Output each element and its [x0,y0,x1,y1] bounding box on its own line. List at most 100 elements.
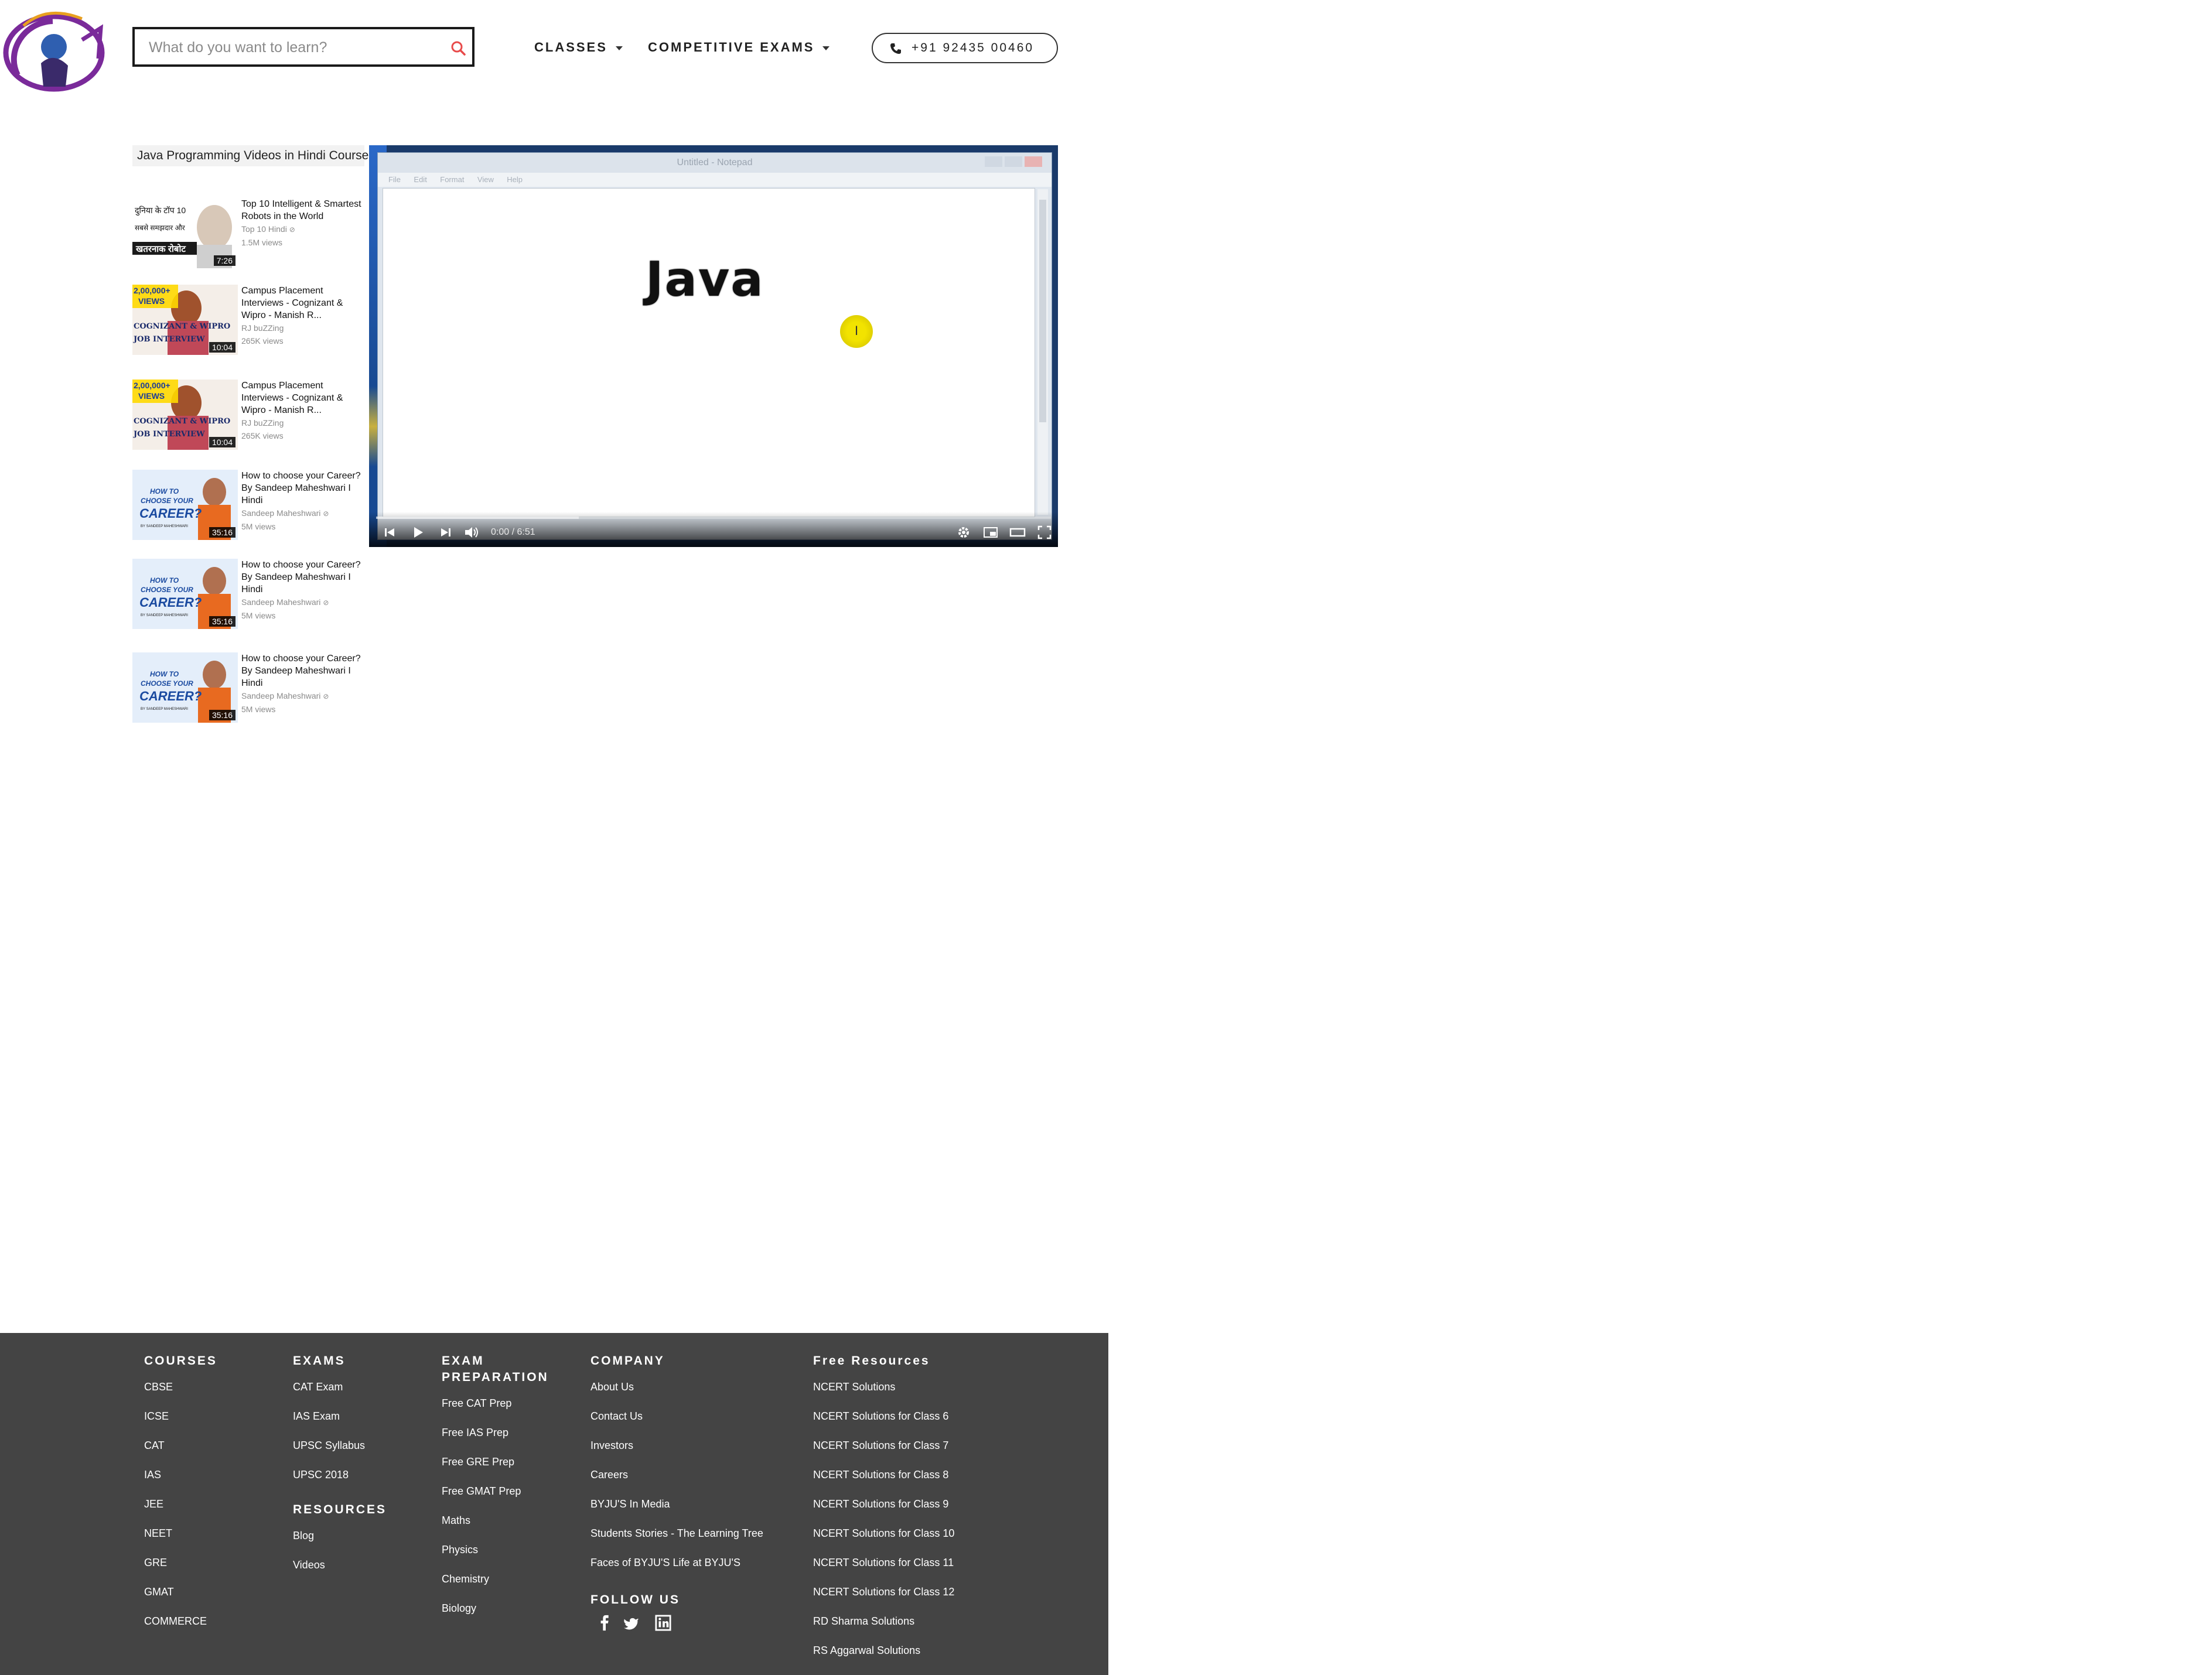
thumb-text: JOB INTERVIEW [134,335,205,344]
footer-link-free-resource[interactable]: NCERT Solutions [813,1381,895,1393]
channel-name[interactable]: Sandeep Maheshwari [241,691,320,700]
footer-link-exam-prep[interactable]: Free GRE Prep [442,1456,514,1468]
thumb-text: सबसे समझदार और [135,224,185,232]
footer-link-company[interactable]: Contact Us [590,1410,643,1423]
footer-link-course[interactable]: COMMERCE [144,1615,207,1628]
footer-link-course[interactable]: CBSE [144,1381,173,1393]
video-duration: 35:16 [209,527,235,538]
thumb-text: BY SANDEEP MAHESHWARI [141,614,188,617]
footer-link-course[interactable]: IAS [144,1469,161,1481]
linkedin-icon[interactable] [655,1614,671,1632]
footer-link-course[interactable]: ICSE [144,1410,169,1423]
footer-link-course[interactable]: CAT [144,1440,165,1452]
playlist-item[interactable]: दुनिया के टॉप 10 सबसे समझदार और खतरनाक र… [132,198,367,274]
next-icon[interactable] [437,524,455,541]
channel-name[interactable]: Sandeep Maheshwari [241,508,320,518]
footer-link-exam-prep[interactable]: Maths [442,1515,470,1527]
miniplayer-icon[interactable] [982,524,999,541]
thumb-text: 2,00,000+ [134,381,170,390]
footer-link-company[interactable]: BYJU'S In Media [590,1498,670,1510]
thumb-text: CHOOSE YOUR [141,497,193,505]
play-icon[interactable] [409,524,426,541]
video-thumbnail[interactable]: HOW TO CHOOSE YOUR CAREER? BY SANDEEP MA… [132,559,238,629]
footer-link-free-resource[interactable]: NCERT Solutions for Class 12 [813,1586,954,1598]
footer-link-course[interactable]: JEE [144,1498,163,1510]
video-title[interactable]: How to choose your Career? By Sandeep Ma… [241,470,368,507]
twitter-icon[interactable] [623,1614,640,1632]
previous-icon[interactable] [381,524,398,541]
settings-gear-icon[interactable] [955,524,972,541]
footer-link-exam-prep[interactable]: Biology [442,1602,476,1615]
menu-edit: Edit [414,175,427,184]
footer-link-free-resource[interactable]: RS Aggarwal Solutions [813,1645,920,1657]
volume-icon[interactable] [463,524,480,541]
phone-button[interactable]: +91 92435 00460 [872,33,1058,63]
progress-bar[interactable] [376,517,1051,519]
video-duration: 7:26 [213,255,235,266]
footer-link-company[interactable]: Students Stories - The Learning Tree [590,1527,763,1540]
search-icon[interactable] [450,40,466,56]
footer-link-free-resource[interactable]: NCERT Solutions for Class 11 [813,1557,954,1569]
channel-name[interactable]: RJ buZZing [241,418,284,428]
thumb-text: VIEWS [138,391,165,401]
nav-competitive-exams[interactable]: COMPETITIVE EXAMS [648,40,830,55]
thumb-text: CHOOSE YOUR [141,586,193,594]
search-bar[interactable] [132,27,475,67]
footer-link-course[interactable]: GRE [144,1557,167,1569]
video-title[interactable]: Campus Placement Interviews - Cognizant … [241,380,368,416]
view-count: 1.5M views [241,238,283,247]
footer-link-course[interactable]: GMAT [144,1586,174,1598]
footer-link-resource[interactable]: Blog [293,1530,314,1542]
footer-link-company[interactable]: About Us [590,1381,634,1393]
facebook-icon[interactable] [598,1614,614,1632]
video-thumbnail[interactable]: 2,00,000+ VIEWS COGNIZANT & WIPRO JOB IN… [132,380,238,450]
channel-name[interactable]: RJ buZZing [241,323,284,333]
verified-icon: ⊘ [289,225,295,234]
footer-link-free-resource[interactable]: RD Sharma Solutions [813,1615,914,1628]
footer-link-company[interactable]: Careers [590,1469,628,1481]
video-thumbnail[interactable]: 2,00,000+ VIEWS COGNIZANT & WIPRO JOB IN… [132,285,238,355]
footer-link-exam[interactable]: UPSC 2018 [293,1469,349,1481]
footer-link-free-resource[interactable]: NCERT Solutions for Class 9 [813,1498,948,1510]
fullscreen-icon[interactable] [1036,524,1053,541]
footer-link-exam[interactable]: IAS Exam [293,1410,340,1423]
video-title[interactable]: How to choose your Career? By Sandeep Ma… [241,652,368,689]
footer-link-free-resource[interactable]: NCERT Solutions for Class 8 [813,1469,948,1481]
playlist-item[interactable]: HOW TO CHOOSE YOUR CAREER? BY SANDEEP MA… [132,652,367,729]
footer-link-exam-prep[interactable]: Physics [442,1544,478,1556]
footer-link-exam[interactable]: UPSC Syllabus [293,1440,365,1452]
footer-link-free-resource[interactable]: NCERT Solutions for Class 6 [813,1410,948,1423]
footer-heading-exam-prep: PREPARATION [442,1370,549,1384]
search-input[interactable] [148,35,431,60]
playlist-item[interactable]: 2,00,000+ VIEWS COGNIZANT & WIPRO JOB IN… [132,285,367,361]
playlist-item[interactable]: 2,00,000+ VIEWS COGNIZANT & WIPRO JOB IN… [132,380,367,456]
footer-link-exam-prep[interactable]: Chemistry [442,1573,489,1585]
theater-mode-icon[interactable] [1009,524,1026,541]
footer-link-exam-prep[interactable]: Free IAS Prep [442,1427,508,1439]
video-title[interactable]: Top 10 Intelligent & Smartest Robots in … [241,198,368,223]
footer-link-exam-prep[interactable]: Free GMAT Prep [442,1485,521,1498]
site-logo[interactable] [0,5,111,93]
video-player[interactable]: Untitled - Notepad File Edit Format View… [369,145,1058,547]
nav-classes[interactable]: CLASSES [534,40,623,55]
footer-link-free-resource[interactable]: NCERT Solutions for Class 10 [813,1527,954,1540]
channel-name[interactable]: Sandeep Maheshwari [241,597,320,607]
footer-link-exam-prep[interactable]: Free CAT Prep [442,1397,511,1410]
channel-name[interactable]: Top 10 Hindi [241,224,287,234]
footer-link-course[interactable]: NEET [144,1527,172,1540]
playlist-item[interactable]: HOW TO CHOOSE YOUR CAREER? BY SANDEEP MA… [132,559,367,635]
footer-link-company[interactable]: Investors [590,1440,633,1452]
video-title[interactable]: How to choose your Career? By Sandeep Ma… [241,559,368,596]
video-thumbnail[interactable]: दुनिया के टॉप 10 सबसे समझदार और खतरनाक र… [132,198,238,268]
footer-link-exam[interactable]: CAT Exam [293,1381,343,1393]
playlist-item[interactable]: HOW TO CHOOSE YOUR CAREER? BY SANDEEP MA… [132,470,367,546]
thumb-text: दुनिया के टॉप 10 [135,206,186,215]
footer-link-free-resource[interactable]: NCERT Solutions for Class 7 [813,1440,948,1452]
footer-link-resource[interactable]: Videos [293,1559,325,1571]
thumb-text: CHOOSE YOUR [141,679,193,688]
video-thumbnail[interactable]: HOW TO CHOOSE YOUR CAREER? BY SANDEEP MA… [132,470,238,540]
video-thumbnail[interactable]: HOW TO CHOOSE YOUR CAREER? BY SANDEEP MA… [132,652,238,723]
footer-link-company[interactable]: Faces of BYJU'S Life at BYJU'S [590,1557,740,1569]
close-icon [1025,156,1042,167]
video-title[interactable]: Campus Placement Interviews - Cognizant … [241,285,368,322]
